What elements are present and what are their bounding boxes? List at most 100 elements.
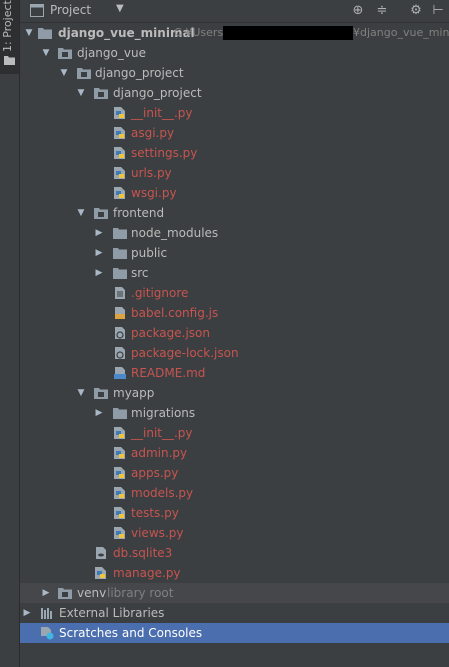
tree-node-file[interactable]: README.md (20, 363, 449, 383)
tree-node-file[interactable]: apps.py (20, 463, 449, 483)
folder-icon (58, 588, 72, 599)
folder-icon (94, 208, 108, 219)
expanded-arrow-icon[interactable]: ▼ (76, 203, 86, 223)
markdown-file-icon (114, 367, 126, 379)
folder-label: venv (77, 586, 107, 600)
tree-node-file[interactable]: __init__.py (20, 423, 449, 443)
python-file-icon (95, 567, 106, 579)
file-label: settings.py (131, 146, 198, 160)
folder-label: src (131, 266, 149, 280)
tree-node-venv[interactable]: ▶ venv library root (20, 583, 449, 603)
folder-icon (77, 68, 91, 79)
redacted-block (223, 26, 353, 40)
tree-node-file[interactable]: asgi.py (20, 123, 449, 143)
tree-node-scratches[interactable]: Scratches and Consoles (20, 623, 449, 643)
folder-label: migrations (131, 406, 196, 420)
expanded-arrow-icon[interactable]: ▼ (24, 23, 34, 43)
tree-node-src[interactable]: ▶ src (20, 263, 449, 283)
file-label: models.py (131, 486, 194, 500)
view-title[interactable]: Project (50, 3, 91, 17)
file-label: views.py (131, 526, 184, 540)
tree-node-file[interactable]: manage.py (20, 563, 449, 583)
folder-icon (58, 48, 72, 59)
tree-node-file[interactable]: __init__.py (20, 103, 449, 123)
python-file-icon (114, 127, 125, 139)
tree-node-file[interactable]: urls.py (20, 163, 449, 183)
tree-node-myapp[interactable]: ▼ myapp (20, 383, 449, 403)
folder-label: django_vue (77, 46, 146, 60)
tree-node-external-libraries[interactable]: ▶ External Libraries (20, 603, 449, 623)
folder-label: myapp (113, 386, 155, 400)
tree-node-node-modules[interactable]: ▶ node_modules (20, 223, 449, 243)
python-file-icon (114, 187, 125, 199)
folder-icon (113, 268, 127, 279)
tree-node-root[interactable]: ▼ django_vue_minimal C:¥Users¥ ¥django_v… (20, 23, 449, 43)
node-label: Scratches and Consoles (59, 626, 203, 640)
python-file-icon (114, 467, 125, 479)
root-path-prefix: C:¥Users¥ (174, 26, 231, 39)
tree-node-file[interactable]: admin.py (20, 443, 449, 463)
tree-node-file[interactable]: views.py (20, 523, 449, 543)
file-label: .gitignore (131, 286, 189, 300)
javascript-file-icon (115, 307, 125, 319)
json-file-icon (115, 327, 125, 339)
project-tab-label: 1: Project (1, 0, 14, 52)
folder-label: django_project (95, 66, 184, 80)
collapsed-arrow-icon[interactable]: ▶ (94, 403, 104, 423)
file-label: babel.config.js (131, 306, 219, 320)
tree-node-migrations[interactable]: ▶ migrations (20, 403, 449, 423)
tree-node-django-project-inner[interactable]: ▼ django_project (20, 83, 449, 103)
tree-node-file[interactable]: babel.config.js (20, 303, 449, 323)
project-view-icon (30, 4, 44, 17)
file-label: urls.py (131, 166, 172, 180)
tree-node-file[interactable]: settings.py (20, 143, 449, 163)
tree-node-file[interactable]: .gitignore (20, 283, 449, 303)
expanded-arrow-icon[interactable]: ▼ (76, 83, 86, 103)
file-label: __init__.py (131, 106, 193, 120)
folder-label: django_project (113, 86, 202, 100)
folder-label: node_modules (131, 226, 219, 240)
gear-icon[interactable]: ⚙ (408, 3, 424, 19)
tree-node-file[interactable]: db.sqlite3 (20, 543, 449, 563)
tree-node-django-project[interactable]: ▼ django_project (20, 63, 449, 83)
view-dropdown-caret[interactable]: ▼ (116, 3, 124, 14)
file-label: package-lock.json (131, 346, 239, 360)
file-label: admin.py (131, 446, 188, 460)
folder-icon (4, 56, 15, 65)
scratches-icon (41, 627, 54, 640)
project-tool-tab[interactable]: 1: Project (0, 0, 19, 74)
folder-icon (94, 88, 108, 99)
expanded-arrow-icon[interactable]: ▼ (59, 63, 69, 83)
hide-icon[interactable]: ⊢ (430, 3, 446, 19)
json-file-icon (115, 347, 125, 359)
tree-node-file[interactable]: wsgi.py (20, 183, 449, 203)
python-file-icon (114, 147, 125, 159)
tree-node-file[interactable]: tests.py (20, 503, 449, 523)
folder-icon (113, 408, 127, 419)
collapsed-arrow-icon[interactable]: ▶ (94, 243, 104, 263)
folder-label: public (131, 246, 168, 260)
tree-node-file[interactable]: package-lock.json (20, 343, 449, 363)
file-label: asgi.py (131, 126, 175, 140)
file-label: package.json (131, 326, 211, 340)
collapsed-arrow-icon[interactable]: ▶ (94, 223, 104, 243)
collapsed-arrow-icon[interactable]: ▶ (94, 263, 104, 283)
folder-icon (113, 248, 127, 259)
python-file-icon (114, 167, 125, 179)
folder-icon (94, 388, 108, 399)
python-file-icon (114, 527, 125, 539)
python-file-icon (114, 427, 125, 439)
tree-node-file[interactable]: package.json (20, 323, 449, 343)
collapsed-arrow-icon[interactable]: ▶ (22, 603, 32, 623)
collapsed-arrow-icon[interactable]: ▶ (41, 583, 51, 603)
file-label: tests.py (131, 506, 179, 520)
tree-node-frontend[interactable]: ▼ frontend (20, 203, 449, 223)
collapse-all-icon[interactable]: ≑ (374, 3, 390, 19)
expanded-arrow-icon[interactable]: ▼ (76, 383, 86, 403)
tool-window-strip: 1: Project (0, 0, 20, 667)
tree-node-django-vue[interactable]: ▼ django_vue (20, 43, 449, 63)
tree-node-file[interactable]: models.py (20, 483, 449, 503)
expanded-arrow-icon[interactable]: ▼ (41, 43, 51, 63)
locate-file-icon[interactable]: ⊕ (350, 3, 366, 19)
tree-node-public[interactable]: ▶ public (20, 243, 449, 263)
